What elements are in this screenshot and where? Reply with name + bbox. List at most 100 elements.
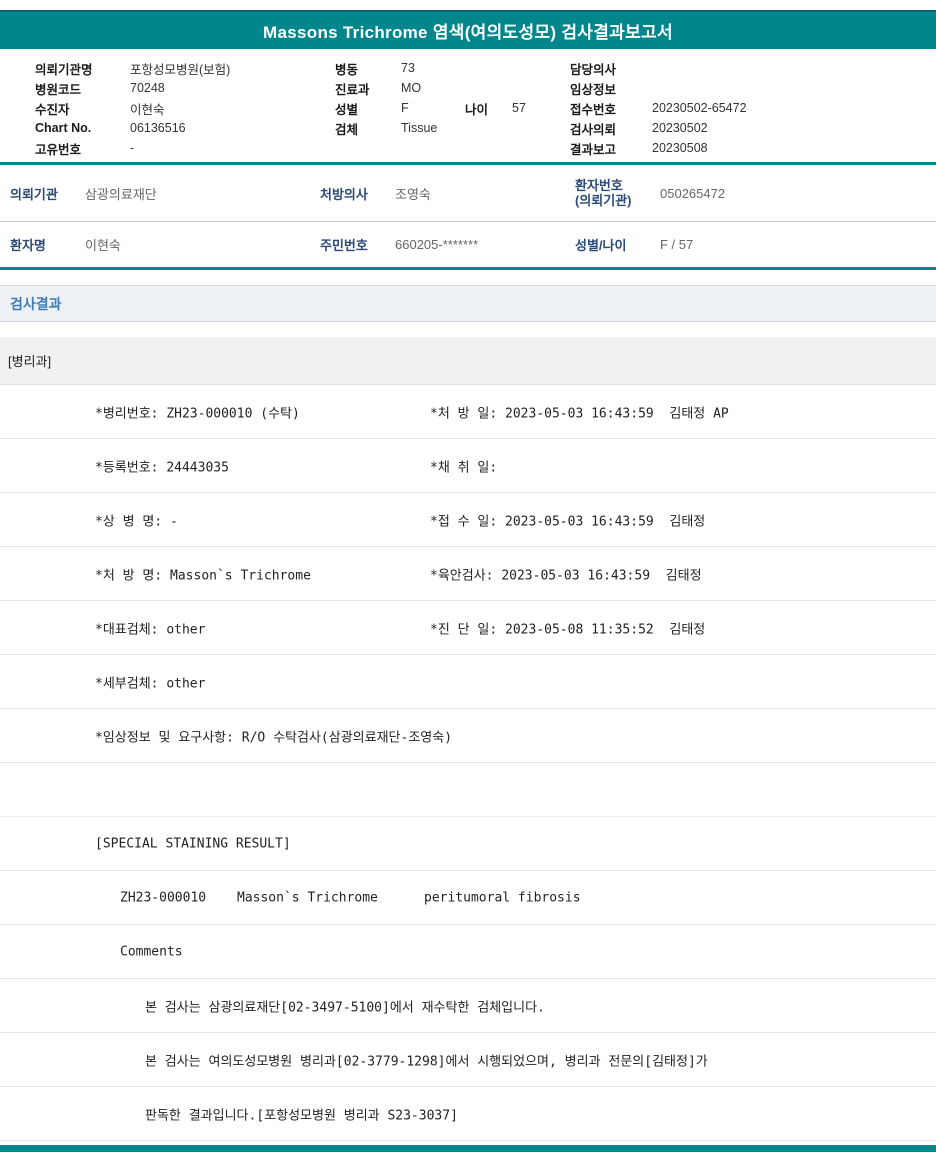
info-row: 검사의뢰 20230502 [570,118,747,138]
patient-number-cell: 환자번호 (의뢰기관) 050265472 [575,165,725,221]
age-label: 나이 [465,102,489,117]
info-row: 진료과 MO [335,78,526,98]
field-value: 조영숙 [395,186,431,202]
sex-age-cell: 성별/나이 F / 57 [575,222,693,267]
field-label: 주민번호 [320,238,368,253]
detail-left: *상 병 명: - [95,514,178,529]
detail-row-main-specimen: *대표검체: other *진 단 일: 2023-05-08 11:35:52… [0,601,936,655]
comments-label: Comments [120,944,183,959]
detail-row-order-name: *처 방 명: Masson`s Trichrome *육안검사: 2023-0… [0,547,936,601]
info-row: 의뢰기관명 포항성모병원(보험) [35,58,230,78]
detail-left: *대표검체: other [95,622,206,637]
report-title: Massons Trichrome 염색(여의도성모) 검사결과보고서 [263,23,673,42]
info-row: 병원코드 70248 [35,78,230,98]
detail-row-sub-specimen: *세부검체: other [0,655,936,709]
resident-number-cell: 주민번호 660205-******* [320,222,478,267]
header-info-block: 의뢰기관명 포항성모병원(보험) 병원코드 70248 수진자 이현숙 Char… [0,49,936,162]
info-value: 20230508 [652,141,708,155]
info-row: 고유번호 - [35,138,230,158]
detail-left: *등록번호: 24443035 [95,460,229,475]
detail-right: *육안검사: 2023-05-03 16:43:59 김태정 [430,568,702,583]
info-row: 수진자 이현숙 [35,98,230,118]
info-label: 검체 [335,122,359,137]
field-label: 처방의사 [320,186,368,202]
info-value: 06136516 [130,121,186,135]
comment-row-3: 판독한 결과입니다.[포항성모병원 병리과 S23-3037] [0,1087,936,1141]
staining-result-row: ZH23-000010 Masson`s Trichrome peritumor… [0,871,936,925]
field-value: F / 57 [660,237,694,252]
info-label: Chart No. [35,121,92,135]
info-label: 성별 [335,102,359,117]
detail-left: *병리번호: ZH23-000010 (수탁) [95,406,300,421]
info-label: 접수번호 [570,102,617,117]
field-value: 660205-******* [395,237,479,252]
info-row: Chart No. 06136516 [35,118,230,138]
info-row: 결과보고 20230508 [570,138,747,158]
info-label: 병원코드 [35,82,82,97]
detail-row-pathology-number: *병리번호: ZH23-000010 (수탁) *처 방 일: 2023-05-… [0,385,936,439]
department-bar: [병리과] [0,337,936,385]
prescribing-doctor-cell: 처방의사 조영숙 [320,165,431,221]
field-value: 이현숙 [85,238,121,253]
info-value: - [130,141,135,155]
detail-row-clinical-info: *임상정보 및 요구사항: R/O 수탁검사(삼광의료재단-조영숙) [0,709,936,763]
comments-label-row: Comments [0,925,936,979]
info-column-right: 담당의사 임상정보 접수번호 20230502-65472 검사의뢰 20230… [570,58,747,158]
info-label: 결과보고 [570,142,617,157]
department-label: [병리과] [8,354,52,369]
field-label: 성별/나이 [575,238,627,253]
info-row: 담당의사 [570,58,747,78]
info-label: 수진자 [35,102,70,117]
detail-left: *세부검체: other [95,676,206,691]
info-label: 검사의뢰 [570,122,617,137]
comment-line: 본 검사는 여의도성모병원 병리과[02-3779-1298]에서 시행되었으며… [145,1054,708,1069]
info-label: 고유번호 [35,142,82,157]
report-header-banner: Massons Trichrome 염색(여의도성모) 검사결과보고서 [0,10,936,49]
field-value: 050265472 [660,185,726,201]
info-value: 20230502 [652,121,708,135]
info-label: 진료과 [335,82,370,97]
info-value: 70248 [130,81,165,95]
info-label: 병동 [335,62,359,77]
patient-name-cell: 환자명 이현숙 [10,222,121,267]
results-section-title: 검사결과 [10,295,62,312]
comment-row-2: 본 검사는 여의도성모병원 병리과[02-3779-1298]에서 시행되었으며… [0,1033,936,1087]
info-row: 임상정보 [570,78,747,98]
results-section-bar: 검사결과 [0,285,936,322]
patient-info-row: 환자명 이현숙 주민번호 660205-******* 성별/나이 F / 57 [0,222,936,270]
info-value: 이현숙 [130,102,165,117]
age-value: 57 [512,101,526,115]
info-value: MO [401,81,422,95]
detail-right: *채 취 일: [430,460,498,475]
comment-line: 본 검사는 삼광의료재단[02-3497-5100]에서 재수탁한 검체입니다. [145,1000,545,1015]
detail-right: *처 방 일: 2023-05-03 16:43:59 김태정 AP [430,406,729,421]
top-margin [0,0,936,10]
info-value: 포항성모병원(보험) [130,62,231,77]
info-label: 임상정보 [570,82,617,97]
referral-org-cell: 의뢰기관 삼광의료재단 [10,165,157,221]
info-row: 병동 73 [335,58,526,78]
field-label: 환자번호 (의뢰기관) [575,178,632,208]
referral-info-row: 의뢰기관 삼광의료재단 처방의사 조영숙 환자번호 (의뢰기관) 0502654… [0,165,936,222]
comment-row-1: 본 검사는 삼광의료재단[02-3497-5100]에서 재수탁한 검체입니다. [0,979,936,1033]
detail-left: *처 방 명: Masson`s Trichrome [95,568,311,583]
empty-row [0,763,936,817]
report-page: Massons Trichrome 염색(여의도성모) 검사결과보고서 의뢰기관… [0,0,936,1152]
info-value: 20230502-65472 [652,101,747,115]
info-column-middle: 병동 73 진료과 MO 성별 F 나이 57 검체 Tissue [335,58,526,138]
info-column-left: 의뢰기관명 포항성모병원(보험) 병원코드 70248 수진자 이현숙 Char… [35,58,230,158]
detail-row-registration-number: *등록번호: 24443035 *채 취 일: [0,439,936,493]
detail-right: *접 수 일: 2023-05-03 16:43:59 김태정 [430,514,706,529]
detail-left: *임상정보 및 요구사항: R/O 수탁검사(삼광의료재단-조영숙) [95,730,453,745]
info-row-sex-age: 성별 F 나이 57 [335,98,526,118]
staining-name: Masson`s Trichrome [237,890,378,905]
staining-header-row: [SPECIAL STAINING RESULT] [0,817,936,871]
info-label: 의뢰기관명 [35,62,93,77]
info-value: Tissue [401,121,438,135]
field-value: 삼광의료재단 [85,186,157,202]
info-value: 73 [401,61,415,75]
bottom-teal-bar [0,1145,936,1152]
detail-row-diagnosis-name: *상 병 명: - *접 수 일: 2023-05-03 16:43:59 김태… [0,493,936,547]
